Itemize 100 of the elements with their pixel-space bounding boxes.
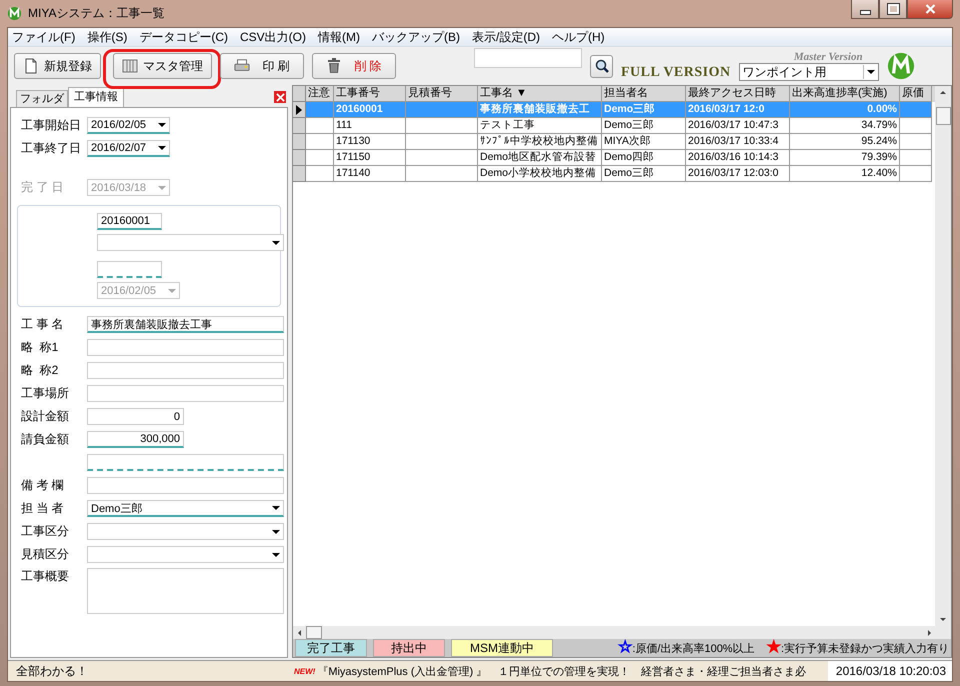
horizontal-scrollbar[interactable] — [293, 626, 951, 639]
binder-icon — [122, 58, 138, 74]
toolbar-button[interactable]: 新規登録 — [14, 53, 101, 79]
field-label: 担 当 者 — [21, 500, 65, 517]
field-label: 備 考 欄 — [21, 477, 65, 494]
menu-item[interactable]: 操作(S) — [87, 28, 128, 46]
star-icon: ☆ — [618, 639, 632, 656]
new-label: NEW! — [294, 666, 316, 676]
dropdown-field[interactable] — [87, 546, 284, 563]
text-field[interactable] — [87, 477, 284, 494]
table-row[interactable]: 171140 Demo小学校校地内整備 Demo三郎 2016/03/17 12:03:0 12.40% — [293, 166, 935, 182]
dropdown-arrow-icon — [272, 552, 280, 556]
table-cell: 2016/03/17 10:47:3 — [688, 119, 779, 131]
table-cell: 12.40% — [861, 167, 897, 179]
menu-item[interactable]: 情報(M) — [318, 28, 360, 46]
scroll-down-icon — [940, 618, 946, 621]
text-field[interactable] — [87, 362, 284, 379]
toolbar-button[interactable]: マスタ管理 — [113, 53, 212, 79]
field-label: 工事区分 — [21, 523, 70, 540]
field-label: 完 了 日 — [21, 179, 65, 196]
text-field[interactable] — [87, 385, 284, 402]
mode-select[interactable]: ワンポイント用 — [738, 63, 879, 81]
toolbar-button[interactable]: 削 除 — [312, 53, 396, 79]
close-icon — [924, 4, 936, 14]
legend-text: :原価/出来高率100%以上 — [632, 643, 755, 655]
table-cell: Demo三郎 — [604, 103, 656, 115]
trash-icon — [326, 58, 342, 74]
field-label: 略 称1 — [21, 339, 60, 356]
table-cell: 事務所裏舗装販撤去工 — [480, 103, 590, 115]
dropdown-field[interactable] — [87, 523, 284, 540]
edition-label: Master Version — [794, 51, 863, 63]
table-cell: 2016/03/17 10:33:4 — [688, 135, 779, 147]
row-pointer-icon — [296, 104, 302, 114]
panel-tab[interactable]: 工事情報 — [68, 87, 124, 107]
search-field[interactable] — [474, 48, 582, 68]
dropdown-arrow-icon — [168, 288, 176, 292]
field-label: 工事開始日 — [21, 117, 82, 134]
menu-item[interactable]: データコピー(C) — [139, 28, 228, 46]
menu-item[interactable]: 表示/設定(D) — [472, 28, 540, 46]
table-cell: 2016/03/16 10:14:3 — [688, 151, 779, 163]
scroll-thumb[interactable] — [936, 107, 950, 125]
star-icon: ★ — [766, 639, 781, 656]
table-cell: Demo小学校校地内整備 — [480, 167, 596, 179]
date-field[interactable]: 2016/02/07 — [87, 140, 170, 157]
field-label: 設計金額 — [21, 408, 70, 425]
printer-icon — [234, 58, 250, 74]
table-cell: Demo地区配水管布設替 — [480, 151, 596, 163]
maximize-button[interactable] — [879, 0, 907, 19]
edition-label: FULL VERSION — [621, 65, 731, 81]
minimize-button[interactable] — [851, 0, 879, 19]
dropdown-field[interactable] — [97, 234, 284, 251]
table-row[interactable]: 111 テスト工事 Demo三郎 2016/03/17 10:47:3 34.79% — [293, 118, 935, 134]
amount-field[interactable]: 300,000 — [87, 431, 184, 448]
scroll-right-icon — [928, 630, 931, 636]
news-ticker: 『MiyasystemPlus (入出金管理) 』 １円単位での管理を実現！ 経営者さま・経理ご担当者さま必 — [317, 664, 806, 678]
menu-item[interactable]: CSV出力(O) — [240, 28, 306, 46]
vertical-scrollbar[interactable] — [935, 86, 951, 626]
search-icon — [594, 58, 610, 74]
text-field[interactable] — [87, 339, 284, 356]
close-button[interactable] — [907, 0, 953, 19]
dropdown-arrow-icon — [866, 70, 875, 74]
table-row[interactable]: 171130 ｻﾝﾌﾟﾙ中学校校地内整備 MIYA次郎 2016/03/17 10:33:4 95.24% — [293, 134, 935, 150]
dropdown-field[interactable]: Demo三郎 — [87, 500, 284, 517]
status-clock: 2016/03/18 10:20:03 — [828, 661, 952, 681]
scroll-thumb[interactable] — [306, 626, 322, 639]
amount-field[interactable]: 0 — [87, 408, 184, 425]
table-cell: Demo三郎 — [604, 119, 654, 131]
table-cell: 34.79% — [861, 119, 897, 131]
text-field[interactable]: 20160001 — [97, 213, 162, 230]
menu-item[interactable]: ファイル(F) — [12, 28, 76, 46]
legend-tag: MSM連動中 — [451, 639, 553, 657]
panel-tab[interactable]: フォルダ — [16, 90, 68, 107]
row-header[interactable] — [293, 102, 306, 118]
text-field[interactable] — [87, 454, 284, 471]
memo-field[interactable] — [87, 568, 284, 614]
toolbar-button[interactable]: 印 刷 — [220, 53, 304, 79]
menu-item[interactable]: バックアップ(B) — [372, 28, 460, 46]
window-title: MIYAシステム：工事一覧 — [28, 5, 164, 22]
dropdown-arrow-icon — [158, 186, 166, 190]
table-cell: 95.24% — [861, 135, 897, 147]
text-field[interactable] — [97, 261, 162, 278]
status-message: 全部わかる！ — [15, 662, 89, 680]
text-field[interactable]: 事務所裏舗装販撤去工事 — [87, 316, 284, 333]
document-icon — [23, 58, 39, 74]
date-field[interactable]: 2016/02/05 — [87, 117, 170, 134]
legend-text: :実行予算未登録かつ実績入力有り — [780, 643, 949, 655]
dropdown-arrow-icon — [158, 146, 166, 150]
menu-item[interactable]: ヘルプ(H) — [552, 28, 605, 46]
table-row[interactable]: 171150 Demo地区配水管布設替 Demo四郎 2016/03/16 10:14:3 79.39% — [293, 150, 935, 166]
table-cell: 171140 — [336, 167, 370, 179]
legend-tag: 完了工事 — [295, 639, 367, 657]
dropdown-arrow-icon — [272, 506, 280, 510]
field-label: 略 称2 — [21, 362, 60, 379]
scroll-up-icon — [940, 91, 946, 94]
table-cell: 2016/03/17 12:03:0 — [688, 167, 779, 179]
search-button[interactable] — [590, 54, 613, 78]
table-cell: 20160001 — [336, 103, 383, 115]
table-cell: ｻﾝﾌﾟﾙ中学校校地内整備 — [480, 135, 598, 147]
field-label: 見積区分 — [21, 546, 70, 563]
table-cell: 2016/03/17 12:0 — [688, 103, 764, 115]
